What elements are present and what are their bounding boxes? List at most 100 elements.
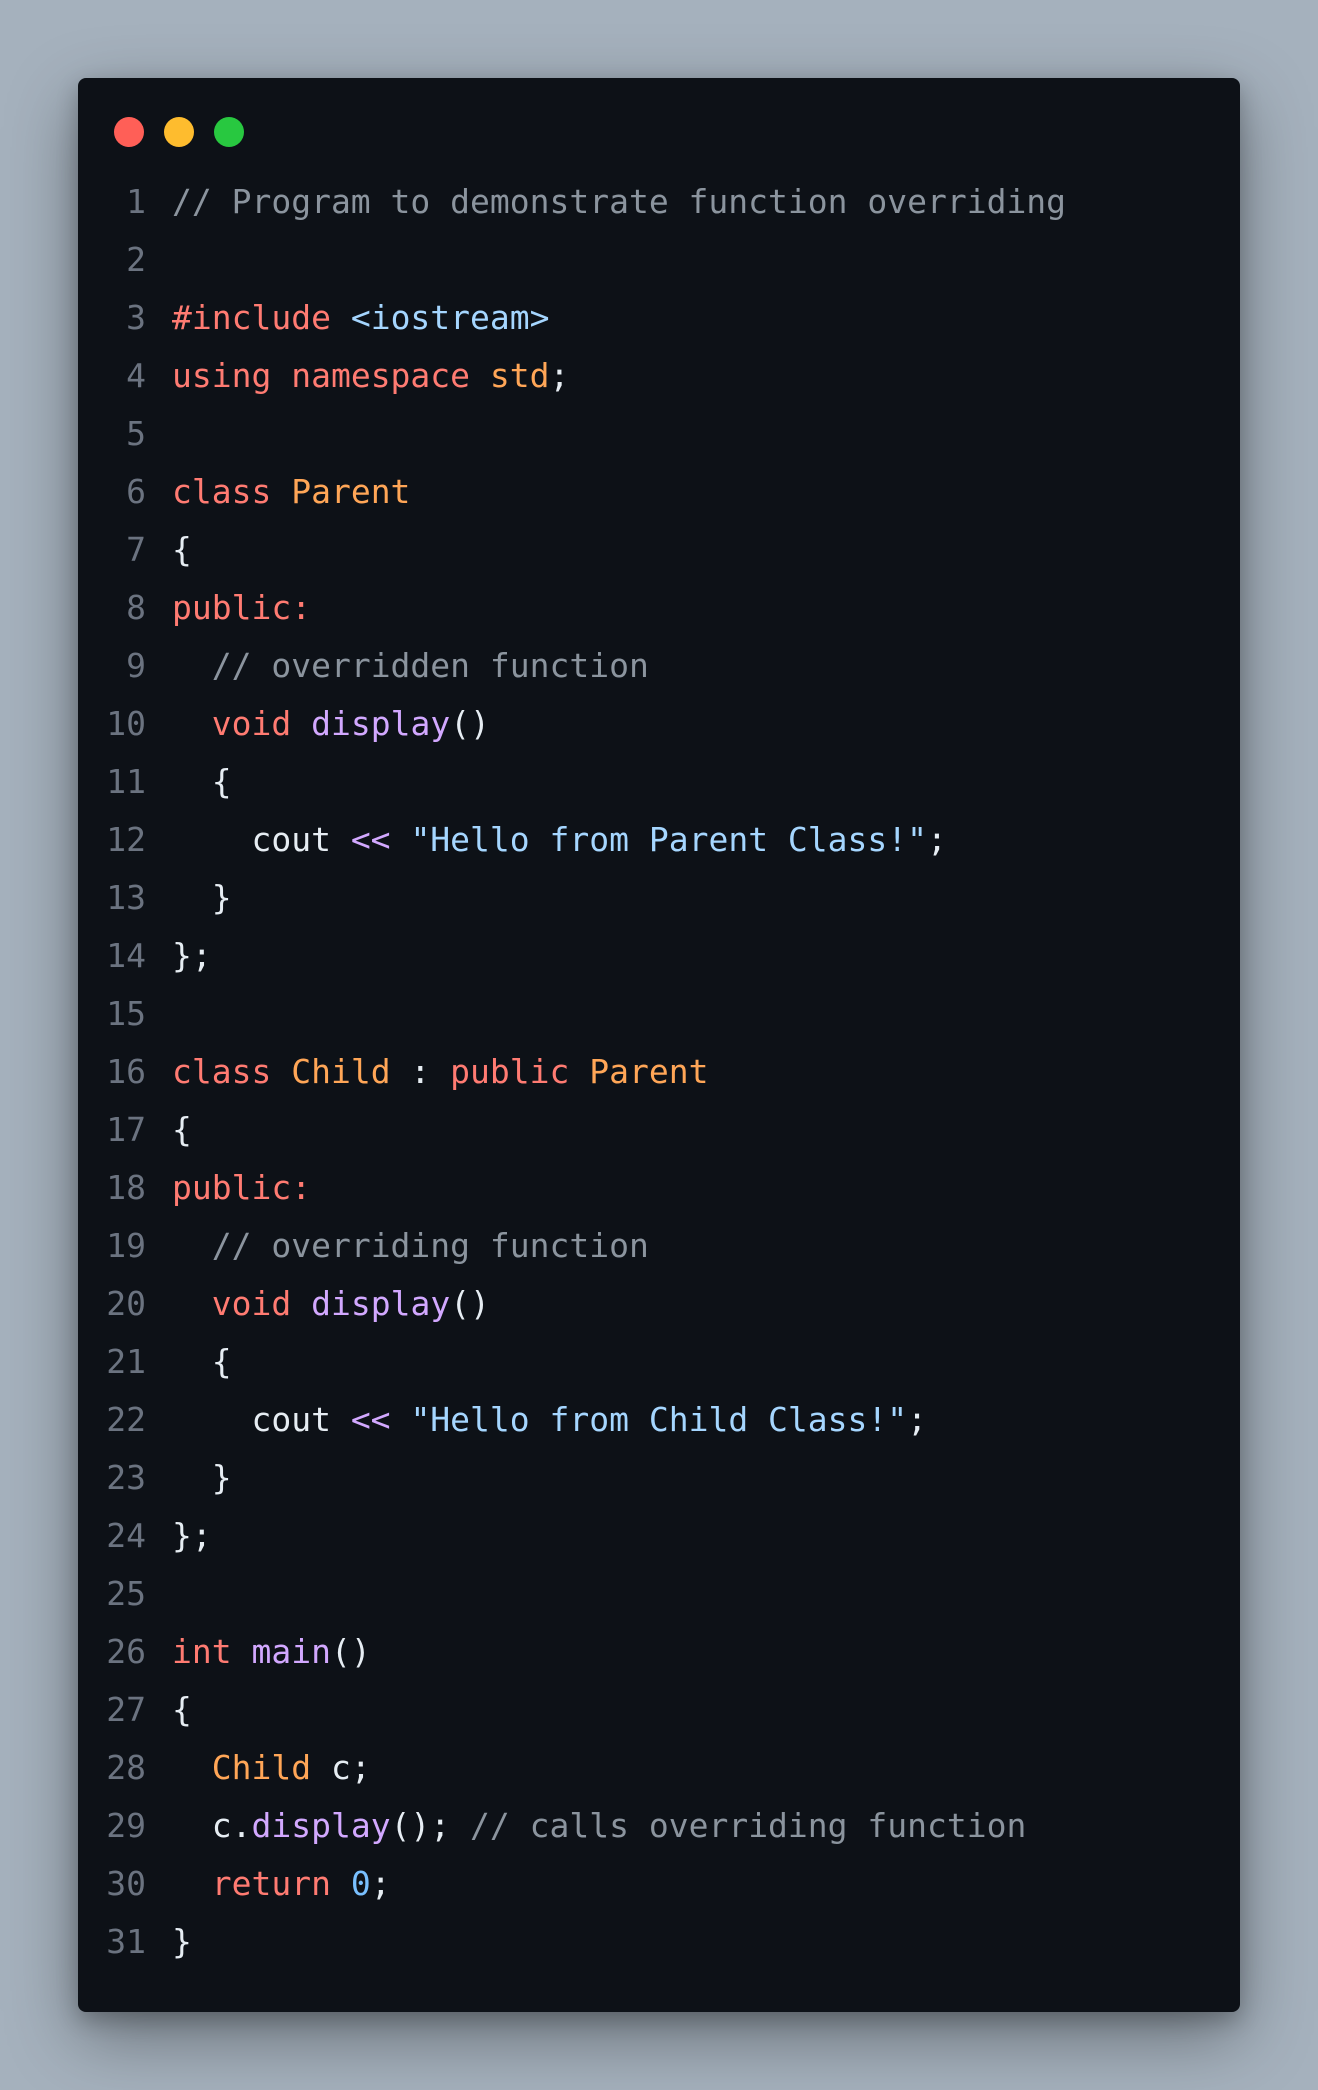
- code-text: {: [172, 753, 1220, 811]
- code-text: int main(): [172, 1623, 1220, 1681]
- line-number: 16: [106, 1052, 146, 1091]
- line-number: 31: [106, 1922, 146, 1961]
- code-text: {: [172, 1333, 1220, 1391]
- code-text: #include <iostream>: [172, 289, 1220, 347]
- code-line: 14};: [106, 927, 1220, 985]
- line-number: 6: [126, 472, 146, 511]
- code-token-func: main: [251, 1632, 331, 1671]
- code-text: // overriding function: [172, 1217, 1220, 1275]
- code-text: }: [172, 1913, 1220, 1971]
- code-token-func: display: [311, 1284, 451, 1323]
- line-number: 15: [106, 994, 146, 1033]
- code-line: 22 cout << "Hello from Child Class!";: [106, 1391, 1220, 1449]
- code-token-type: Child: [291, 1052, 391, 1091]
- code-text: cout << "Hello from Parent Class!";: [172, 811, 1220, 869]
- code-line: 23 }: [106, 1449, 1220, 1507]
- code-text: {: [172, 1101, 1220, 1159]
- code-line: 24};: [106, 1507, 1220, 1565]
- close-dot-icon[interactable]: [114, 117, 144, 147]
- code-block: 1 // Program to demonstrate function over…: [106, 173, 1220, 1971]
- code-line: 5: [106, 405, 1220, 463]
- line-number: 8: [126, 588, 146, 627]
- line-number: 25: [106, 1574, 146, 1613]
- code-line: 25: [106, 1565, 1220, 1623]
- code-line: 16 class Child : public Parent: [106, 1043, 1220, 1101]
- code-token-plain: {: [172, 1110, 192, 1149]
- code-token-func: <<: [350, 1400, 391, 1439]
- line-number: 10: [106, 704, 146, 743]
- code-token-type: Child: [211, 1748, 312, 1787]
- code-line: 19 // overriding function: [106, 1217, 1220, 1275]
- line-number: 29: [106, 1806, 146, 1845]
- code-text: };: [172, 1507, 1220, 1565]
- code-token-plain: {: [172, 762, 232, 801]
- maximize-dot-icon[interactable]: [214, 117, 244, 147]
- code-text: return 0;: [172, 1855, 1220, 1913]
- code-line: 15: [106, 985, 1220, 1043]
- code-token-keyword: void: [211, 1284, 292, 1323]
- code-line: 4 using namespace std;: [106, 347, 1220, 405]
- line-number: 21: [106, 1342, 146, 1381]
- code-text: class Parent: [172, 463, 1220, 521]
- code-token-func: display: [251, 1806, 391, 1845]
- code-token-type: Parent: [291, 472, 411, 511]
- line-number: 5: [126, 414, 146, 453]
- line-number: 23: [106, 1458, 146, 1497]
- code-token-keyword: return: [211, 1864, 331, 1903]
- line-number: 22: [106, 1400, 146, 1439]
- code-text: // overridden function: [172, 637, 1220, 695]
- code-line: 11 {: [106, 753, 1220, 811]
- code-line: 20 void display(): [106, 1275, 1220, 1333]
- code-text: class Child : public Parent: [172, 1043, 1220, 1101]
- code-text: public:: [172, 579, 1220, 637]
- line-number: 4: [126, 356, 146, 395]
- code-text: public:: [172, 1159, 1220, 1217]
- code-token-plain: };: [172, 1516, 212, 1555]
- code-line: 29 c.display(); // calls overriding func…: [106, 1797, 1220, 1855]
- code-token-keyword: using: [172, 356, 272, 395]
- code-line: 18 public:: [106, 1159, 1220, 1217]
- code-line: 31}: [106, 1913, 1220, 1971]
- code-token-plain: cout: [172, 1400, 351, 1439]
- minimize-dot-icon[interactable]: [164, 117, 194, 147]
- code-token-plain: {: [172, 530, 192, 569]
- code-line: 28 Child c;: [106, 1739, 1220, 1797]
- code-line: 13 }: [106, 869, 1220, 927]
- code-text: };: [172, 927, 1220, 985]
- code-token-string: <iostream>: [350, 298, 550, 337]
- code-line: 6 class Parent: [106, 463, 1220, 521]
- code-text: Child c;: [172, 1739, 1220, 1797]
- code-line: 7{: [106, 521, 1220, 579]
- code-line: 12 cout << "Hello from Parent Class!";: [106, 811, 1220, 869]
- line-number: 17: [106, 1110, 146, 1149]
- code-line: 17 {: [106, 1101, 1220, 1159]
- code-line: 10 void display(): [106, 695, 1220, 753]
- line-number: 14: [106, 936, 146, 975]
- code-token-comment: // overriding function: [211, 1226, 649, 1265]
- code-token-plain: ;: [927, 820, 947, 859]
- line-number: 18: [106, 1168, 146, 1207]
- code-token-type: std: [489, 356, 550, 395]
- code-token-plain: (): [450, 1284, 490, 1323]
- code-token-plain: (): [330, 1632, 371, 1671]
- line-number: 13: [106, 878, 146, 917]
- code-line: 21 {: [106, 1333, 1220, 1391]
- code-line: 27 {: [106, 1681, 1220, 1739]
- code-token-plain: ;: [549, 356, 570, 395]
- code-token-keyword: class: [172, 1052, 272, 1091]
- line-number: 28: [106, 1748, 146, 1787]
- line-number: 1: [126, 182, 146, 221]
